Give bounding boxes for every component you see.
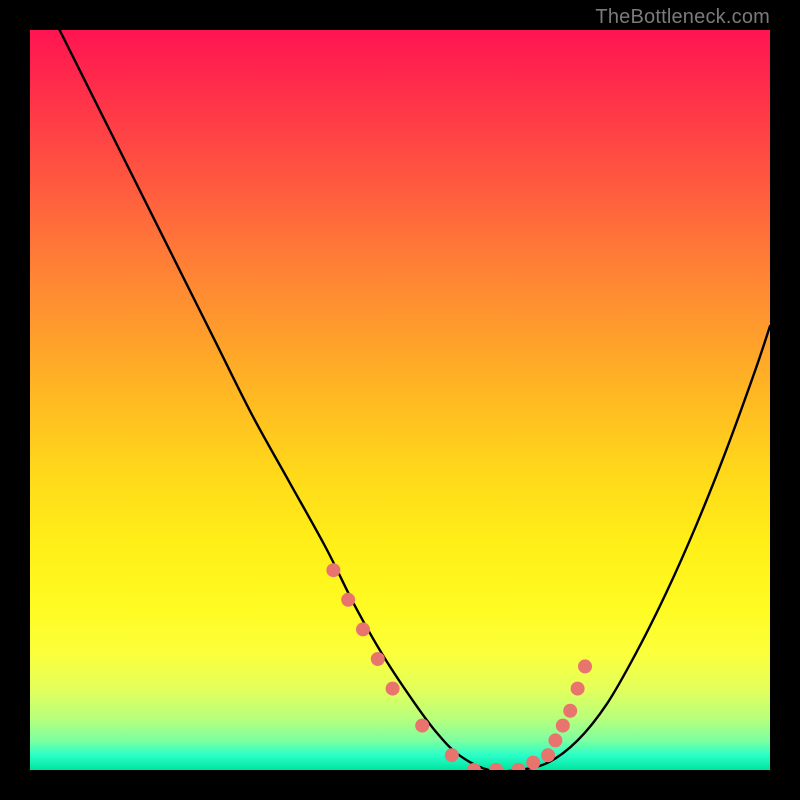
marker-dot: [489, 763, 503, 770]
marker-dot: [326, 563, 340, 577]
marker-dot: [445, 748, 459, 762]
marker-dot: [511, 763, 525, 770]
marker-group: [326, 563, 592, 770]
marker-dot: [526, 756, 540, 770]
chart-stage: TheBottleneck.com: [0, 0, 800, 800]
marker-dot: [541, 748, 555, 762]
marker-dot: [386, 682, 400, 696]
marker-dot: [556, 719, 570, 733]
marker-dot: [341, 593, 355, 607]
marker-dot: [356, 622, 370, 636]
marker-dot: [571, 682, 585, 696]
watermark-text: TheBottleneck.com: [595, 6, 770, 29]
marker-dot: [467, 763, 481, 770]
marker-dot: [563, 704, 577, 718]
bottleneck-curve: [60, 30, 770, 770]
marker-dot: [371, 652, 385, 666]
plot-area: [30, 30, 770, 770]
marker-dot: [578, 659, 592, 673]
marker-dot: [548, 733, 562, 747]
marker-dot: [415, 719, 429, 733]
plot-svg: [30, 30, 770, 770]
